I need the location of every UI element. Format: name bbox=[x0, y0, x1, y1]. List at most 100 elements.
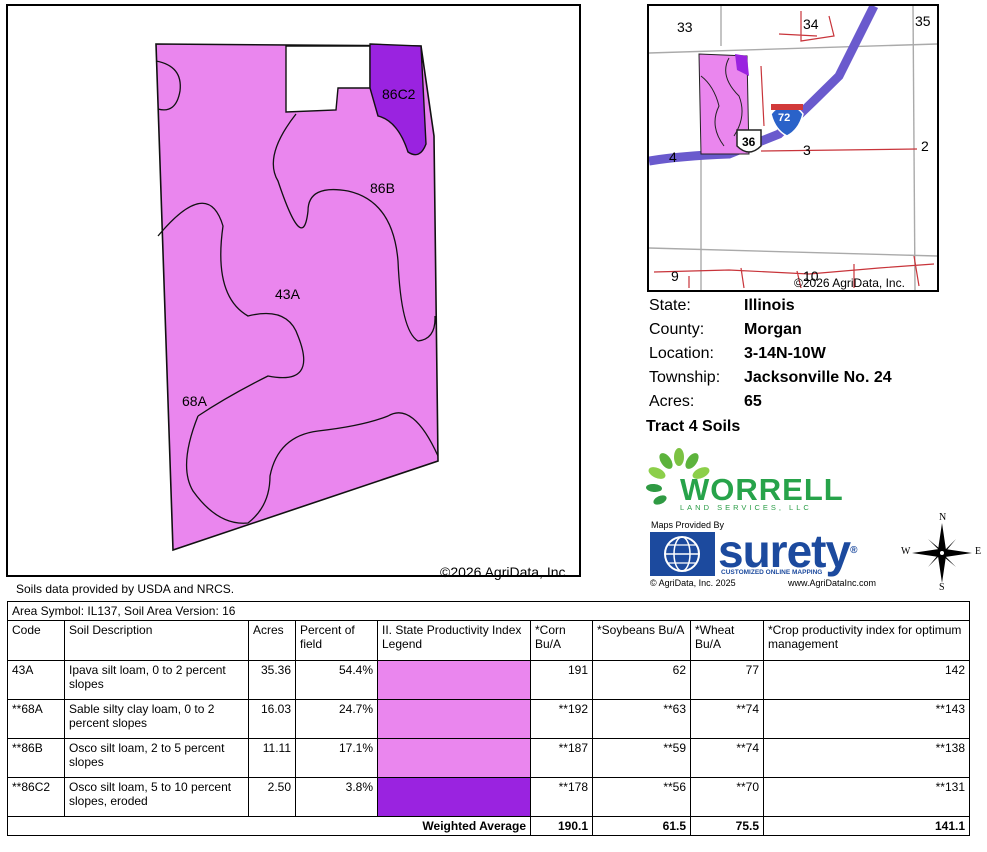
map-label-43A: 43A bbox=[275, 286, 300, 302]
inset-copyright: ©2026 AgriData, Inc. bbox=[794, 276, 905, 290]
col-corn: *Corn Bu/A bbox=[530, 620, 593, 661]
row-acres: 16.03 bbox=[248, 699, 296, 739]
section-label-34: 34 bbox=[803, 16, 819, 32]
row-description: Sable silty clay loam, 0 to 2 percent sl… bbox=[64, 699, 249, 739]
section-label-2: 2 bbox=[921, 138, 929, 154]
legend-swatch-43A bbox=[378, 661, 530, 699]
row-cpi: 142 bbox=[763, 660, 970, 700]
row-acres: 35.36 bbox=[248, 660, 296, 700]
township-value: Jacksonville No. 24 bbox=[744, 369, 892, 386]
location-value: 3-14N-10W bbox=[744, 345, 826, 362]
map-label-86B: 86B bbox=[370, 180, 395, 196]
weighted-average-row: Weighted Average 190.1 61.5 75.5 141.1 bbox=[7, 816, 970, 836]
row-corn: **192 bbox=[530, 699, 593, 739]
surety-caption: Maps Provided By bbox=[651, 520, 725, 530]
row-legend-swatch bbox=[377, 738, 531, 778]
section-label-35: 35 bbox=[915, 13, 931, 29]
row-wheat: **70 bbox=[690, 777, 764, 817]
col-percent-field: Percent of field bbox=[295, 620, 378, 661]
area-header-row: Area Symbol: IL137, Soil Area Version: 1… bbox=[7, 601, 970, 621]
legend-swatch-86B bbox=[378, 739, 530, 777]
weighted-wheat: 75.5 bbox=[690, 816, 764, 836]
column-header-row: Code Soil Description Acres Percent of f… bbox=[7, 620, 970, 661]
row-percent: 54.4% bbox=[295, 660, 378, 700]
county-label: County: bbox=[649, 321, 705, 338]
township-label: Township: bbox=[649, 369, 721, 386]
row-percent: 3.8% bbox=[295, 777, 378, 817]
row-corn: **187 bbox=[530, 738, 593, 778]
soil-map[interactable]: 86C2 86B 43A 68A ©2026 AgriData, Inc. bbox=[6, 4, 581, 580]
row-cpi: **138 bbox=[763, 738, 970, 778]
us-route-label: 36 bbox=[742, 135, 756, 149]
agridata-url[interactable]: www.AgriDataInc.com bbox=[788, 578, 876, 588]
surety-registered: ® bbox=[850, 545, 857, 556]
weighted-average-label: Weighted Average bbox=[7, 816, 531, 836]
row-description: Ipava silt loam, 0 to 2 percent slopes bbox=[64, 660, 249, 700]
row-soybeans: **59 bbox=[592, 738, 691, 778]
table-row: **86C2 Osco silt loam, 5 to 10 percent s… bbox=[7, 777, 970, 817]
worrell-logo-subtitle: LAND SERVICES, LLC bbox=[680, 503, 812, 512]
section-label-9: 9 bbox=[671, 268, 679, 284]
section-label-3: 3 bbox=[803, 142, 811, 158]
legend-swatch-68A bbox=[378, 700, 530, 738]
row-wheat: **74 bbox=[690, 738, 764, 778]
row-legend-swatch bbox=[377, 699, 531, 739]
row-code: 43A bbox=[7, 660, 65, 700]
area-symbol-header: Area Symbol: IL137, Soil Area Version: 1… bbox=[7, 601, 970, 621]
row-percent: 24.7% bbox=[295, 699, 378, 739]
soils-source-note: Soils data provided by USDA and NRCS. bbox=[16, 582, 235, 596]
surety-globe-icon bbox=[650, 532, 715, 576]
weighted-soybeans: 61.5 bbox=[592, 816, 691, 836]
col-acres: Acres bbox=[248, 620, 296, 661]
row-legend-swatch bbox=[377, 660, 531, 700]
row-code: **86C2 bbox=[7, 777, 65, 817]
location-inset-map[interactable]: 33 34 35 2 3 4 9 10 36 72 ©2026 AgriData… bbox=[647, 4, 939, 292]
table-row: 43A Ipava silt loam, 0 to 2 percent slop… bbox=[7, 660, 970, 700]
row-corn: 191 bbox=[530, 660, 593, 700]
soil-table: Area Symbol: IL137, Soil Area Version: 1… bbox=[7, 601, 970, 836]
map-label-86C2: 86C2 bbox=[382, 86, 416, 102]
acres-label: Acres: bbox=[649, 393, 695, 410]
row-soybeans: **56 bbox=[592, 777, 691, 817]
tract-title: Tract 4 Soils bbox=[646, 418, 741, 435]
col-soybeans: *Soybeans Bu/A bbox=[592, 620, 691, 661]
row-description: Osco silt loam, 2 to 5 percent slopes bbox=[64, 738, 249, 778]
table-row: **86B Osco silt loam, 2 to 5 percent slo… bbox=[7, 738, 970, 778]
section-label-4: 4 bbox=[669, 149, 677, 165]
inset-map-graphic bbox=[649, 6, 937, 290]
row-wheat: 77 bbox=[690, 660, 764, 700]
compass-w: W bbox=[901, 546, 911, 557]
section-label-33: 33 bbox=[677, 19, 693, 35]
legend-swatch-86C2 bbox=[378, 778, 530, 816]
weighted-cpi: 141.1 bbox=[763, 816, 970, 836]
map-copyright: ©2026 AgriData, Inc. bbox=[440, 564, 570, 580]
row-legend-swatch bbox=[377, 777, 531, 817]
row-soybeans: **63 bbox=[592, 699, 691, 739]
row-description: Osco silt loam, 5 to 10 percent slopes, … bbox=[64, 777, 249, 817]
acres-value: 65 bbox=[744, 393, 762, 410]
row-code: **86B bbox=[7, 738, 65, 778]
row-corn: **178 bbox=[530, 777, 593, 817]
surety-tagline: CUSTOMIZED ONLINE MAPPING bbox=[721, 569, 823, 576]
state-label: State: bbox=[649, 297, 691, 314]
interstate-label: 72 bbox=[778, 112, 791, 124]
row-code: **68A bbox=[7, 699, 65, 739]
row-percent: 17.1% bbox=[295, 738, 378, 778]
row-acres: 11.11 bbox=[248, 738, 296, 778]
location-label: Location: bbox=[649, 345, 714, 362]
county-value: Morgan bbox=[744, 321, 802, 338]
agridata-copyright: © AgriData, Inc. 2025 bbox=[650, 578, 736, 588]
row-wheat: **74 bbox=[690, 699, 764, 739]
state-value: Illinois bbox=[744, 297, 795, 314]
col-productivity-legend: II. State Productivity Index Legend bbox=[377, 620, 531, 661]
col-soil-description: Soil Description bbox=[64, 620, 249, 661]
compass-s: S bbox=[939, 582, 945, 593]
col-crop-index: *Crop productivity index for optimum man… bbox=[763, 620, 970, 661]
row-cpi: **131 bbox=[763, 777, 970, 817]
col-code: Code bbox=[7, 620, 65, 661]
row-cpi: **143 bbox=[763, 699, 970, 739]
map-label-68A: 68A bbox=[182, 393, 207, 409]
col-wheat: *Wheat Bu/A bbox=[690, 620, 764, 661]
row-acres: 2.50 bbox=[248, 777, 296, 817]
table-row: **68A Sable silty clay loam, 0 to 2 perc… bbox=[7, 699, 970, 739]
